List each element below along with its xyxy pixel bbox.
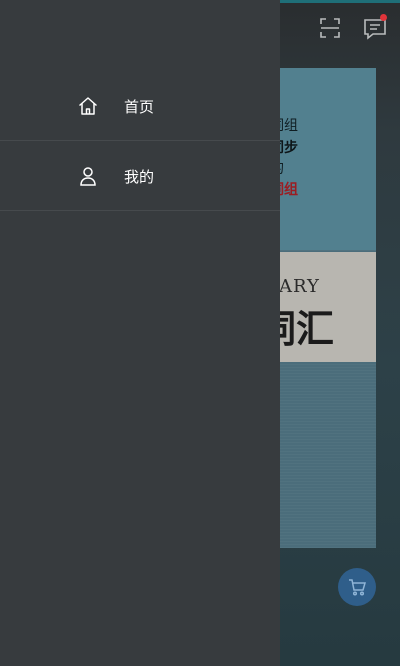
notification-dot: [380, 14, 387, 21]
user-icon: [77, 165, 99, 187]
cart-button[interactable]: [338, 568, 376, 606]
drawer-item-mine[interactable]: 我的: [0, 141, 280, 211]
drawer-item-mine-label: 我的: [124, 168, 155, 186]
scan-icon[interactable]: [318, 16, 342, 40]
drawer-item-home[interactable]: 首页: [0, 71, 280, 141]
navigation-drawer: 首页 我的: [0, 0, 280, 666]
home-icon: [77, 95, 99, 117]
drawer-item-home-label: 首页: [124, 98, 155, 116]
cart-icon: [349, 579, 366, 596]
